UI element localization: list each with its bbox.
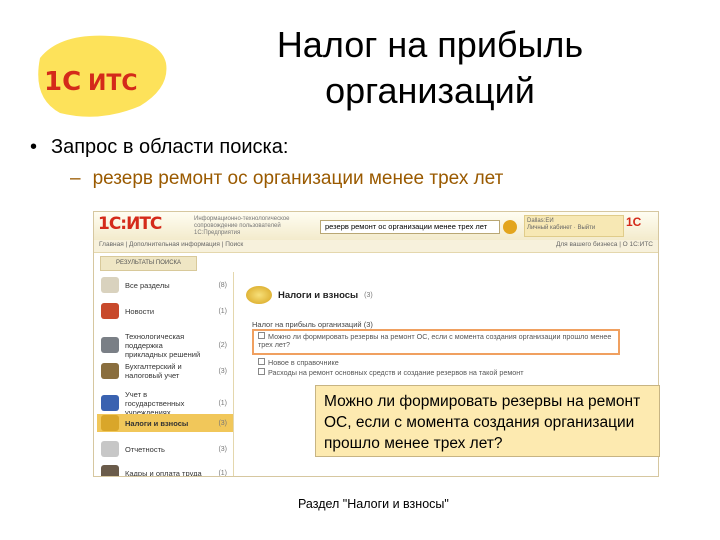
svg-text:1С: 1С	[44, 67, 81, 97]
bullet-query: • Запрос в области поиска:	[30, 136, 288, 159]
user-panel[interactable]: Dallas:ЕИ Личный кабинет · Выйти	[524, 215, 624, 237]
sidebar-item-count: (1)	[218, 307, 227, 315]
coins-icon	[246, 286, 272, 304]
site-description: Информационно-технологическое сопровожде…	[194, 216, 290, 236]
document-icon	[258, 332, 265, 339]
sidebar-item-label: Бухгалтерский и налоговый учет	[125, 362, 182, 380]
sidebar-item-count: (1)	[218, 399, 227, 407]
sidebar-item-count: (3)	[218, 419, 227, 427]
search-input[interactable]	[320, 220, 500, 234]
breadcrumb[interactable]: Главная | Дополнительная информация | По…	[99, 241, 243, 248]
news-icon	[101, 303, 119, 319]
sidebar-item-label: Все разделы	[125, 280, 170, 290]
sidebar-item-label: Отчетность	[125, 444, 165, 454]
content-header: Налоги и взносы (3)	[246, 286, 373, 304]
sidebar-item[interactable]: Все разделы (8)	[97, 276, 233, 294]
document-icon	[258, 368, 265, 375]
magnifier-icon	[101, 277, 119, 293]
sidebar-item-label: Новости	[125, 306, 155, 316]
content-title: Налоги и взносы	[278, 289, 359, 301]
title-line-2: организаций	[325, 70, 535, 111]
sidebar-item[interactable]: Кадры и оплата труда (1)	[97, 464, 233, 477]
result-item-label: Новое в справочнике	[268, 358, 339, 367]
sidebar-item-count: (1)	[218, 469, 227, 477]
nav-links[interactable]: Для вашего бизнеса | О 1С:ИТС	[556, 241, 653, 248]
bullet-marker: •	[30, 136, 38, 158]
user-links[interactable]: Личный кабинет · Выйти	[527, 225, 621, 232]
sidebar-item-count: (3)	[218, 445, 227, 453]
tree-group-heading[interactable]: Налог на прибыль организаций (3)	[252, 320, 373, 329]
onec-logo: 1С	[626, 215, 642, 229]
its-logo: 1С ИТС	[30, 28, 170, 123]
result-item[interactable]: Новое в справочнике	[258, 358, 618, 367]
sub-bullet-marker: –	[70, 168, 81, 189]
sidebar-item[interactable]: Новости (1)	[97, 302, 233, 320]
support-icon	[101, 337, 119, 353]
sidebar-item-count: (2)	[218, 341, 227, 349]
user-name: Dallas:ЕИ	[527, 218, 554, 224]
sidebar-item-label: Учет в государственных учреждениях	[125, 389, 185, 417]
content-count: (3)	[364, 291, 373, 299]
nav-bar: Главная | Дополнительная информация | По…	[94, 240, 658, 253]
title-line-1: Налог на прибыль	[276, 24, 584, 65]
site-logo[interactable]: 1С:ИТС	[98, 214, 162, 234]
flag-icon	[101, 395, 119, 411]
sidebar-item[interactable]: Бухгалтерский и налоговый учет (3)	[97, 362, 233, 380]
sidebar-item[interactable]: Учет в государственных учреждениях (1)	[97, 389, 233, 417]
sidebar-item[interactable]: Налоги и взносы (3)	[97, 414, 233, 432]
sidebar-item-count: (3)	[218, 367, 227, 375]
result-item-label: Можно ли формировать резервы на ремонт О…	[258, 332, 612, 349]
coins-icon	[101, 415, 119, 431]
sidebar-item-label: Кадры и оплата труда	[125, 468, 202, 477]
report-icon	[101, 441, 119, 457]
site-header: 1С:ИТС Информационно-технологическое соп…	[94, 212, 658, 241]
search-button[interactable]	[503, 220, 517, 234]
accounting-icon	[101, 363, 119, 379]
sections-sidebar: Все разделы (8) Новости (1) Технологическая …	[97, 272, 234, 476]
sidebar-item-label: Налоги и взносы	[125, 418, 189, 428]
slide-title: Налог на прибыль организаций	[225, 22, 635, 114]
result-item[interactable]: Расходы на ремонт основных средств и соз…	[258, 368, 618, 377]
tab-search-results[interactable]: РЕЗУЛЬТАТЫ ПОИСКА	[100, 256, 197, 271]
result-item[interactable]: Можно ли формировать резервы на ремонт О…	[258, 332, 618, 349]
svg-text:ИТС: ИТС	[88, 71, 138, 96]
sub-bullet-text: резерв ремонт ос организации менее трех …	[92, 168, 504, 189]
bullet-text: Запрос в области поиска:	[51, 136, 289, 158]
sidebar-item-label: Технологическая поддержка прикладных реш…	[125, 331, 201, 359]
document-icon	[258, 358, 265, 365]
sidebar-item[interactable]: Отчетность (3)	[97, 440, 233, 458]
answer-callout: Можно ли формировать резервы на ремонт О…	[315, 385, 660, 457]
section-caption: Раздел "Налоги и взносы"	[298, 497, 449, 511]
sidebar-item[interactable]: Технологическая поддержка прикладных реш…	[97, 331, 233, 359]
sub-bullet-query: – резерв ремонт ос организации менее тре…	[70, 168, 503, 190]
sidebar-item-count: (8)	[218, 281, 227, 289]
people-icon	[101, 465, 119, 476]
result-item-label: Расходы на ремонт основных средств и соз…	[268, 368, 524, 377]
